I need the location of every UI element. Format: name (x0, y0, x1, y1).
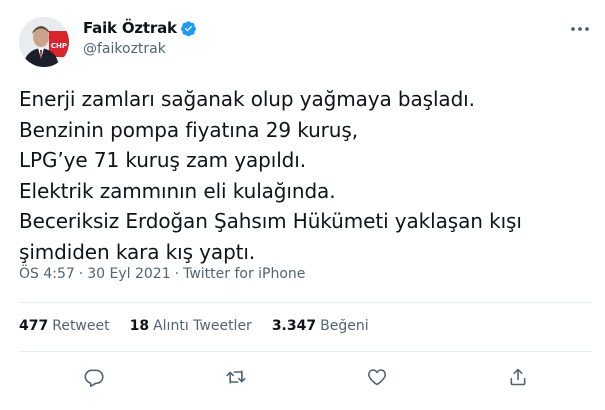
like-label: Beğeni (320, 318, 369, 334)
tweet-line: Beceriksiz Erdoğan Şahsım Hükümeti yakla… (19, 209, 522, 233)
like-count-link[interactable]: 3.347 Beğeni (272, 318, 369, 334)
meta-separator: · (78, 266, 84, 282)
like-icon[interactable] (364, 364, 390, 390)
tweet-source[interactable]: Twitter for iPhone (183, 266, 305, 282)
tweet-time[interactable]: ÖS 4:57 (19, 266, 75, 282)
retweet-label: Retweet (52, 318, 110, 334)
tweet-line: Enerji zamları sağanak olup yağmaya başl… (19, 87, 475, 111)
author-handle[interactable]: @faikoztrak (83, 41, 166, 57)
tweet-stats: 477 Retweet 18 Alıntı Tweetler 3.347 Beğ… (19, 318, 389, 334)
tweet-line: Benzinin pompa fiyatına 29 kuruş, (19, 117, 358, 142)
meta-separator: · (174, 266, 180, 282)
author-display-name[interactable]: Faik Öztrak (83, 19, 177, 37)
tweet-text: Enerji zamları sağanak olup yağmaya başl… (19, 84, 589, 267)
tweet-date[interactable]: 30 Eyl 2021 (87, 266, 170, 282)
divider (19, 351, 592, 352)
tweet-line: LPG’ye 71 kuruş zam yapıldı. (19, 148, 306, 172)
divider (19, 302, 592, 303)
quote-count-link[interactable]: 18 Alıntı Tweetler (130, 318, 252, 334)
retweet-icon[interactable] (223, 364, 249, 390)
retweet-count-link[interactable]: 477 Retweet (19, 318, 110, 334)
tweet-line: Elektrik zammının eli kulağında. (19, 178, 336, 203)
tweet-metadata: ÖS 4:57 · 30 Eyl 2021 · Twitter for iPho… (19, 266, 305, 282)
more-options-icon[interactable] (566, 18, 594, 40)
reply-icon[interactable] (81, 364, 107, 390)
retweet-count: 477 (19, 318, 49, 334)
quote-count: 18 (129, 318, 150, 334)
avatar[interactable]: CHP (19, 17, 69, 67)
quote-label: Alıntı Tweetler (153, 318, 252, 334)
tweet-line: şimdiden kara kış yaptı. (19, 239, 256, 264)
like-count: 3.347 (271, 318, 317, 334)
avatar-badge-text: CHP (51, 42, 67, 50)
action-bar (0, 364, 605, 390)
share-icon[interactable] (505, 364, 531, 390)
verified-badge-icon (180, 20, 197, 37)
